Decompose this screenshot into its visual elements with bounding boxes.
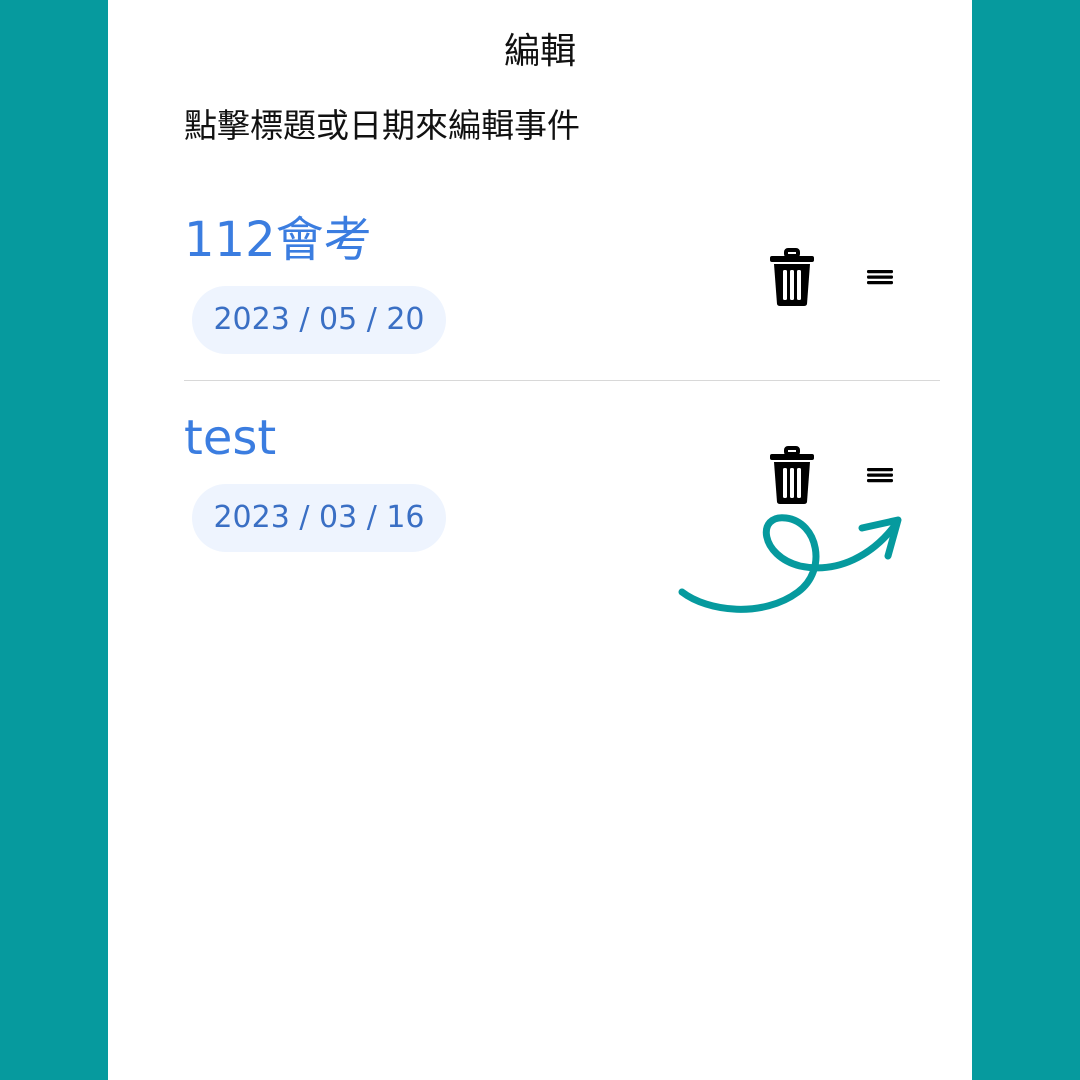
drag-handle-icon	[867, 270, 893, 285]
trash-icon	[770, 446, 814, 504]
trash-icon	[770, 248, 814, 306]
event-title[interactable]: test	[184, 408, 276, 468]
reorder-handle[interactable]	[866, 464, 894, 486]
drag-handle-icon	[867, 468, 893, 483]
reorder-handle[interactable]	[866, 266, 894, 288]
edit-screen: 編輯 點擊標題或日期來編輯事件 112會考 2023 / 05 / 20 tes…	[108, 0, 972, 1080]
list-divider	[184, 380, 940, 381]
page-title: 編輯	[503, 31, 576, 72]
instruction-text: 點擊標題或日期來編輯事件	[184, 106, 580, 145]
event-date-pill[interactable]: 2023 / 05 / 20	[192, 286, 446, 354]
delete-button[interactable]	[766, 248, 818, 308]
event-date-pill[interactable]: 2023 / 03 / 16	[192, 484, 446, 552]
delete-button[interactable]	[766, 446, 818, 506]
curved-arrow-icon	[678, 514, 902, 613]
event-title[interactable]: 112會考	[184, 210, 372, 270]
